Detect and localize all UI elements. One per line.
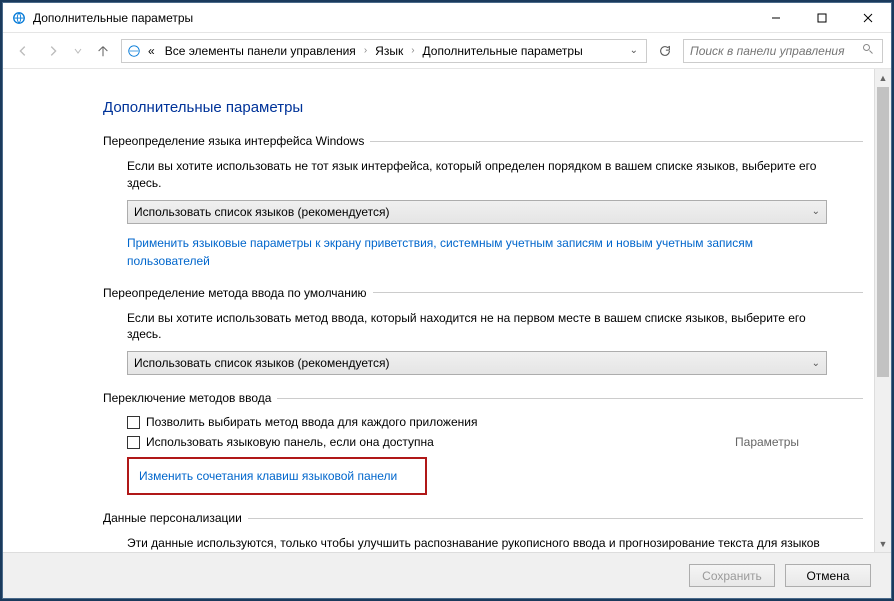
chevron-down-icon: ⌄ [812, 206, 820, 217]
chevron-right-icon: › [362, 45, 369, 56]
cancel-button[interactable]: Отмена [785, 564, 871, 587]
crumb-prefix: « [144, 44, 159, 58]
checkbox-label: Использовать языковую панель, если она д… [146, 435, 434, 449]
breadcrumb[interactable]: « Все элементы панели управления › Язык … [121, 39, 647, 63]
content-area: Дополнительные параметры Переопределение… [3, 69, 891, 552]
chevron-down-icon[interactable]: ⌄ [626, 45, 642, 56]
nav-up-button[interactable] [91, 39, 115, 63]
window-controls [753, 3, 891, 32]
select-value: Использовать список языков (рекомендуетс… [134, 205, 390, 219]
window-title: Дополнительные параметры [33, 11, 753, 25]
divider [373, 292, 863, 293]
window: Дополнительные параметры [2, 2, 892, 599]
scroll-up-icon[interactable]: ▲ [875, 69, 891, 86]
nav-back-button[interactable] [11, 39, 35, 63]
search-input[interactable] [690, 44, 862, 58]
checkbox-language-bar[interactable]: Использовать языковую панель, если она д… [127, 435, 839, 449]
navbar: « Все элементы панели управления › Язык … [3, 33, 891, 69]
crumb-item[interactable]: Дополнительные параметры [419, 44, 587, 58]
save-button[interactable]: Сохранить [689, 564, 775, 587]
maximize-button[interactable] [799, 3, 845, 32]
checkbox-label: Позволить выбирать метод ввода для каждо… [146, 415, 477, 429]
group-display-language: Переопределение языка интерфейса Windows… [103, 134, 863, 270]
group-switching-input: Переключение методов ввода Позволить выб… [103, 391, 863, 495]
group-personalization: Данные персонализации Эти данные использ… [103, 511, 863, 552]
divider [370, 141, 863, 142]
page-title: Дополнительные параметры [103, 99, 864, 116]
group-label: Переопределение метода ввода по умолчани… [103, 286, 373, 300]
divider [277, 398, 863, 399]
change-hotkeys-link[interactable]: Изменить сочетания клавиш языковой панел… [139, 469, 397, 483]
group-input-method: Переопределение метода ввода по умолчани… [103, 286, 863, 376]
nav-recent-button[interactable] [71, 39, 85, 63]
checkbox-per-app[interactable]: Позволить выбирать метод ввода для каждо… [127, 415, 839, 429]
scroll-thumb[interactable] [877, 87, 889, 377]
apply-to-welcome-link[interactable]: Применить языковые параметры к экрану пр… [127, 234, 839, 270]
input-method-select[interactable]: Использовать список языков (рекомендуетс… [127, 351, 827, 375]
crumb-item[interactable]: Все элементы панели управления [161, 44, 360, 58]
crumb-item[interactable]: Язык [371, 44, 407, 58]
display-language-select[interactable]: Использовать список языков (рекомендуетс… [127, 200, 827, 224]
app-icon [11, 10, 27, 26]
chevron-down-icon: ⌄ [812, 358, 820, 369]
group-description: Эти данные используются, только чтобы ул… [127, 535, 839, 552]
group-description: Если вы хотите использовать не тот язык … [127, 158, 839, 192]
select-value: Использовать список языков (рекомендуетс… [134, 356, 390, 370]
checkbox-icon[interactable] [127, 416, 140, 429]
search-icon [862, 43, 876, 58]
content-scroll: Дополнительные параметры Переопределение… [3, 69, 874, 552]
group-label: Переопределение языка интерфейса Windows [103, 134, 370, 148]
group-label: Данные персонализации [103, 511, 248, 525]
footer: Сохранить Отмена [3, 552, 891, 598]
checkbox-icon[interactable] [127, 436, 140, 449]
highlight-annotation: Изменить сочетания клавиш языковой панел… [127, 457, 427, 495]
language-bar-options-link[interactable]: Параметры [735, 435, 839, 449]
vertical-scrollbar[interactable]: ▲ ▼ [874, 69, 891, 552]
group-description: Если вы хотите использовать метод ввода,… [127, 310, 839, 344]
divider [248, 518, 863, 519]
group-label: Переключение методов ввода [103, 391, 277, 405]
refresh-button[interactable] [653, 39, 677, 63]
nav-forward-button[interactable] [41, 39, 65, 63]
close-button[interactable] [845, 3, 891, 32]
minimize-button[interactable] [753, 3, 799, 32]
titlebar: Дополнительные параметры [3, 3, 891, 33]
search-box[interactable] [683, 39, 883, 63]
globe-icon [126, 44, 142, 58]
chevron-right-icon: › [409, 45, 416, 56]
scroll-down-icon[interactable]: ▼ [875, 535, 891, 552]
